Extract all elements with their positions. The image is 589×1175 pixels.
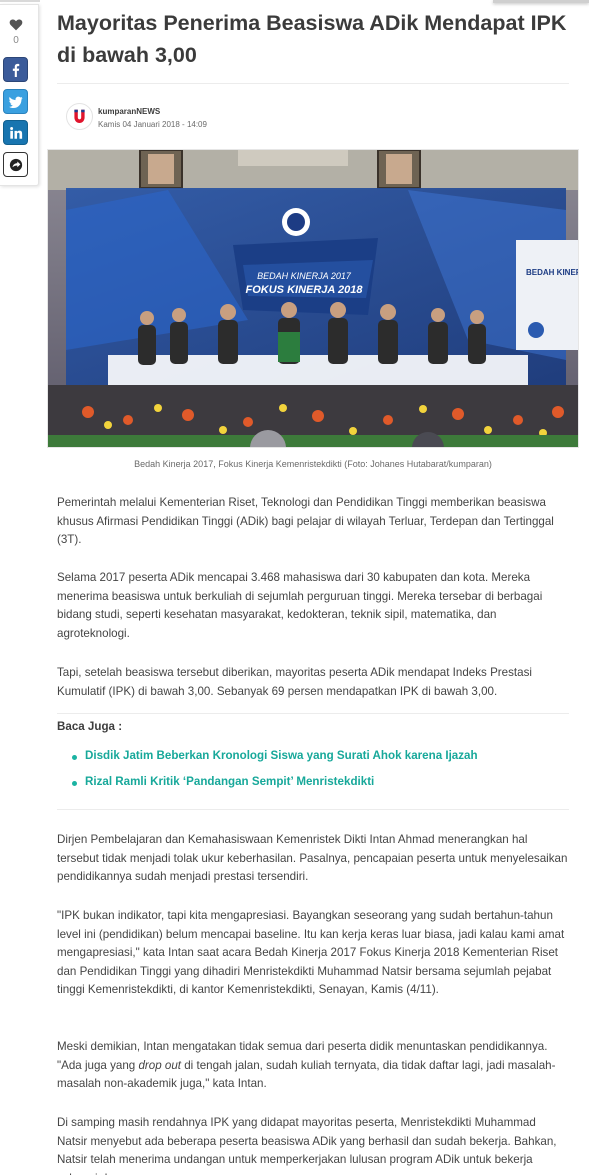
paragraph: Pemerintah melalui Kementerian Riset, Te… [57, 496, 554, 547]
related-link[interactable]: Disdik Jatim Beberkan Kronologi Siswa ya… [85, 749, 478, 762]
related-divider-top [57, 713, 569, 714]
kumparan-logo-icon [74, 109, 85, 123]
twitter-share-button[interactable] [3, 89, 28, 114]
twitter-icon [8, 96, 23, 108]
image-caption: Bedah Kinerja 2017, Fokus Kinerja Kemenr… [134, 459, 492, 469]
linkedin-icon [9, 126, 22, 139]
paragraph: Dirjen Pembelajaran dan Kemahasiswaan Ke… [57, 833, 568, 884]
heart-icon [9, 18, 23, 30]
top-strip [0, 0, 589, 4]
related-link[interactable]: Rizal Ramli Kritik ‘Pandangan Sempit’ Me… [85, 775, 374, 788]
hero-illustration: BEDAH KINERJA 2017 FOKUS KINERJA 2018 BE… [48, 150, 579, 447]
linkedin-share-button[interactable] [3, 120, 28, 145]
baca-juga-label: Baca Juga : [57, 720, 123, 733]
love-count: 0 [13, 35, 19, 46]
author-name[interactable]: kumparanNEWS [98, 107, 160, 116]
title-divider [57, 83, 569, 84]
article-title: Mayoritas Penerima Beasiswa ADik Mendapa… [57, 11, 567, 67]
paragraph: Di samping masih rendahnya IPK yang dida… [57, 1116, 557, 1175]
bullet-icon [72, 755, 77, 760]
love-button[interactable] [4, 13, 28, 35]
paragraph: Meski demikian, Intan mengatakan tidak s… [57, 1038, 569, 1094]
facebook-icon [12, 63, 19, 77]
share-sidebar: 0 [0, 4, 39, 186]
top-right-bar [493, 0, 589, 3]
share-more-icon [9, 158, 22, 171]
bullet-icon [72, 781, 77, 786]
more-share-button[interactable] [3, 152, 28, 177]
publish-date: Kamis 04 Januari 2018 - 14:09 [98, 120, 207, 129]
side-panel-text: BEDAH KINERJA [526, 268, 579, 277]
author-avatar[interactable] [66, 103, 93, 130]
paragraph-emphasis: drop out [138, 1058, 182, 1072]
hero-image: BEDAH KINERJA 2017 FOKUS KINERJA 2018 BE… [47, 149, 579, 448]
facebook-share-button[interactable] [3, 57, 28, 82]
banner-line1: BEDAH KINERJA 2017 [257, 271, 352, 281]
related-divider-bottom [57, 809, 569, 810]
paragraph: "IPK bukan indikator, tapi kita mengapre… [57, 909, 565, 997]
top-left-divider [0, 0, 40, 2]
paragraph: Tapi, setelah beasiswa tersebut diberika… [57, 666, 532, 698]
banner-line2: FOKUS KINERJA 2018 [246, 284, 364, 296]
paragraph: Selama 2017 peserta ADik mencapai 3.468 … [57, 571, 543, 640]
